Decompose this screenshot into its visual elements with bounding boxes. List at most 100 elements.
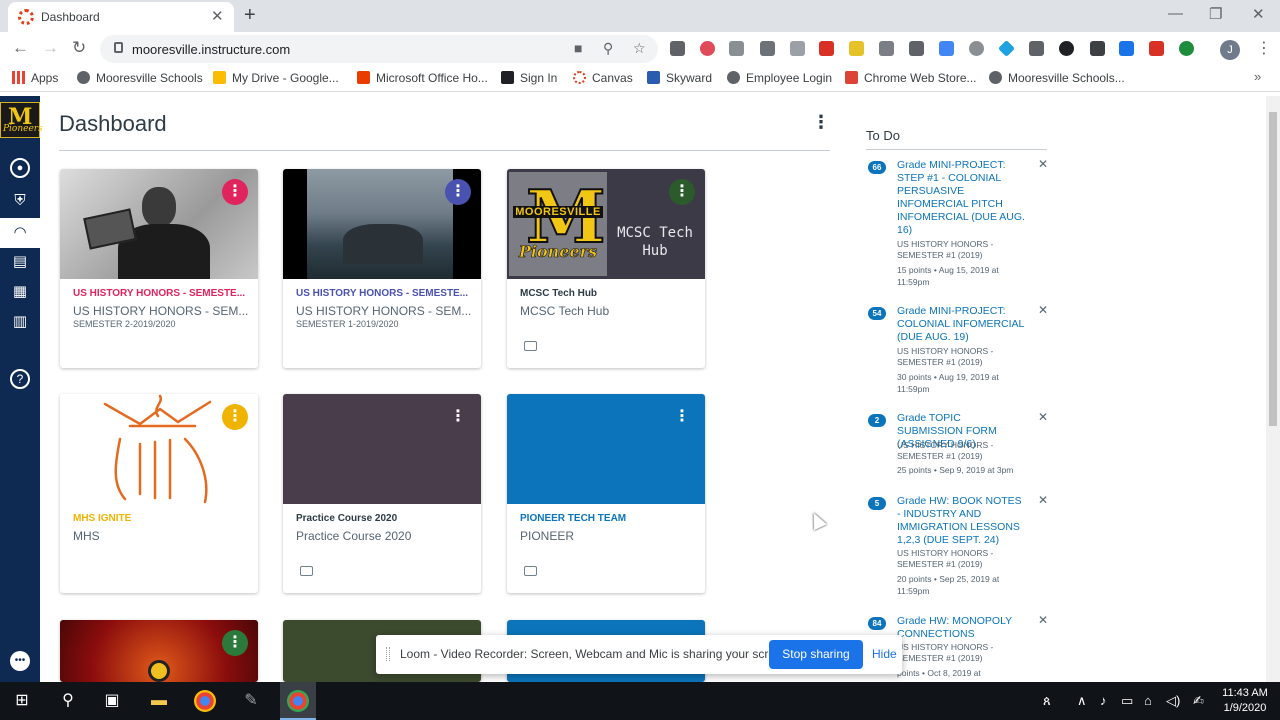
extension-icon[interactable] (939, 41, 954, 56)
extension-icon[interactable] (790, 41, 805, 56)
extension-icon[interactable] (1179, 41, 1194, 56)
microphone-icon[interactable]: ♪ (1100, 693, 1107, 708)
bookmark-mooresville-schools[interactable]: Mooresville Schools (77, 71, 203, 85)
extension-icon[interactable] (700, 41, 715, 56)
restore-icon[interactable]: ❐ (1209, 5, 1222, 23)
bookmark-star-icon[interactable]: ☆ (633, 40, 646, 57)
school-logo[interactable]: M Pioneers (0, 102, 43, 138)
volume-icon[interactable]: ◁) (1166, 693, 1180, 709)
card-course-code[interactable]: US HISTORY HONORS - SEMESTE... (73, 288, 249, 299)
qr-extension-icon[interactable] (670, 41, 685, 56)
bookmark-skyward[interactable]: Skyward (647, 71, 712, 85)
stop-sharing-button[interactable]: Stop sharing (769, 640, 863, 669)
active-app-indicator[interactable] (280, 682, 316, 720)
card-options-icon[interactable]: ⋮ (669, 404, 695, 430)
course-card-practice-course[interactable]: ⋮ Practice Course 2020 Practice Course 2… (283, 394, 481, 593)
system-clock[interactable]: 11:43 AM 1/9/2020 (1218, 686, 1272, 716)
bookmark-sign-in[interactable]: Sign In (501, 71, 557, 85)
extension-icon[interactable] (909, 41, 924, 56)
card-options-icon[interactable]: ⋮ (222, 630, 248, 656)
calendar-icon[interactable]: ▦ (10, 282, 30, 302)
account-icon[interactable]: ● (10, 158, 30, 178)
dashboard-options-icon[interactable]: ⋮ (812, 112, 830, 133)
show-hidden-icons-icon[interactable]: ∧ (1077, 693, 1087, 709)
dismiss-todo-icon[interactable]: ✕ (1038, 303, 1048, 317)
course-card-us-history-s1[interactable]: ⋮ US HISTORY HONORS - SEMESTE... US HIST… (283, 169, 481, 368)
battery-icon[interactable]: ▭ (1121, 693, 1133, 709)
card-options-icon[interactable]: ⋮ (222, 179, 248, 205)
close-window-icon[interactable]: ✕ (1252, 5, 1265, 23)
people-icon[interactable]: ጰ (1043, 693, 1051, 709)
todo-item-title[interactable]: Grade MINI-PROJECT: STEP #1 - COLONIAL P… (897, 159, 1027, 237)
chrome-icon[interactable] (194, 690, 216, 712)
bookmark-my-drive[interactable]: My Drive - Google... (213, 71, 339, 85)
extension-icon[interactable] (819, 41, 834, 56)
card-course-code[interactable]: MCSC Tech Hub (520, 288, 696, 299)
extension-icon[interactable] (1090, 41, 1105, 56)
network-icon[interactable]: ⌂ (1144, 693, 1152, 708)
page-scrollbar[interactable] (1266, 96, 1280, 682)
extension-icon[interactable] (969, 41, 984, 56)
card-options-icon[interactable]: ⋮ (669, 179, 695, 205)
card-course-code[interactable]: US HISTORY HONORS - SEMESTE... (296, 288, 472, 299)
minimize-icon[interactable]: — (1168, 5, 1183, 22)
back-icon[interactable]: ← (12, 38, 29, 58)
dashboard-nav-active[interactable]: ◠ (0, 218, 40, 248)
bookmark-employee-login[interactable]: Employee Login (727, 71, 832, 85)
task-view-icon[interactable]: ▣ (101, 690, 123, 712)
dismiss-todo-icon[interactable]: ✕ (1038, 493, 1048, 507)
bookmark-chrome-web-store[interactable]: Chrome Web Store... (845, 71, 977, 85)
windows-start-icon[interactable]: ⊞ (11, 690, 33, 712)
collapse-nav-icon[interactable]: ••• (10, 651, 30, 671)
dismiss-todo-icon[interactable]: ✕ (1038, 613, 1048, 627)
hide-banner-link[interactable]: Hide (872, 647, 897, 661)
bookmark-microsoft-office[interactable]: Microsoft Office Ho... (357, 71, 488, 85)
course-card-mhs-ignite[interactable]: ⋮ MHS IGNITE MHS (60, 394, 258, 593)
todo-item-title[interactable]: Grade HW: BOOK NOTES - INDUSTRY AND IMMI… (897, 495, 1027, 547)
address-bar[interactable]: mooresville.instructure.com ■ ⚲ ☆ (100, 35, 658, 63)
course-card-us-history-s2[interactable]: ⋮ US HISTORY HONORS - SEMESTE... US HIST… (60, 169, 258, 368)
profile-avatar[interactable]: J (1220, 40, 1240, 60)
reload-icon[interactable]: ↻ (72, 38, 86, 58)
file-explorer-icon[interactable]: ▬ (148, 690, 170, 712)
discussions-icon[interactable] (524, 341, 537, 351)
zoom-icon[interactable]: ⚲ (603, 40, 613, 57)
bookmark-mooresville-schools-2[interactable]: Mooresville Schools... (989, 71, 1125, 85)
close-tab-icon[interactable]: ✕ (211, 7, 224, 25)
discussions-icon[interactable] (524, 566, 537, 576)
extension-icon[interactable] (1119, 41, 1134, 56)
todo-item-title[interactable]: Grade MINI-PROJECT: COLONIAL INFOMERCIAL… (897, 305, 1027, 344)
bookmark-canvas[interactable]: Canvas (573, 71, 633, 85)
forward-icon[interactable]: → (42, 38, 59, 58)
extension-icon[interactable] (1059, 41, 1074, 56)
admin-shield-icon[interactable]: ⛨ (10, 191, 30, 211)
tab-dashboard[interactable]: Dashboard ✕ (8, 2, 234, 32)
course-card-mcsc-tech-hub[interactable]: M MOORESVILLE Pioneers MCSC Tech Hub ⋮ M… (507, 169, 705, 368)
inbox-icon[interactable]: ▥ (10, 312, 30, 332)
new-tab-button[interactable]: + (244, 4, 256, 27)
course-card-row3-1[interactable]: ⋮ (60, 620, 258, 682)
bookmark-apps[interactable]: Apps (12, 71, 58, 85)
discussions-icon[interactable] (300, 566, 313, 576)
camera-icon[interactable]: ■ (574, 40, 582, 56)
link-extension-icon[interactable] (729, 41, 744, 56)
extension-icon[interactable] (760, 41, 775, 56)
courses-book-icon[interactable]: ▤ (10, 252, 30, 272)
extension-icon[interactable] (998, 40, 1015, 57)
pen-icon[interactable]: ✍ (1193, 693, 1204, 709)
paint-icon[interactable]: ✎ (240, 690, 262, 712)
card-options-icon[interactable]: ⋮ (445, 404, 471, 430)
card-course-code[interactable]: Practice Course 2020 (296, 513, 472, 524)
card-options-icon[interactable]: ⋮ (445, 179, 471, 205)
extension-icon[interactable] (849, 41, 864, 56)
extension-icon[interactable] (1149, 41, 1164, 56)
search-icon[interactable]: ⚲ (57, 690, 79, 712)
drag-handle-icon[interactable] (386, 647, 390, 661)
dismiss-todo-icon[interactable]: ✕ (1038, 157, 1048, 171)
card-course-code[interactable]: MHS IGNITE (73, 513, 249, 524)
card-course-code[interactable]: PIONEER TECH TEAM (520, 513, 696, 524)
course-card-pioneer-tech-team[interactable]: ⋮ PIONEER TECH TEAM PIONEER (507, 394, 705, 593)
dismiss-todo-icon[interactable]: ✕ (1038, 410, 1048, 424)
card-options-icon[interactable]: ⋮ (222, 404, 248, 430)
more-bookmarks-icon[interactable]: » (1254, 69, 1261, 84)
